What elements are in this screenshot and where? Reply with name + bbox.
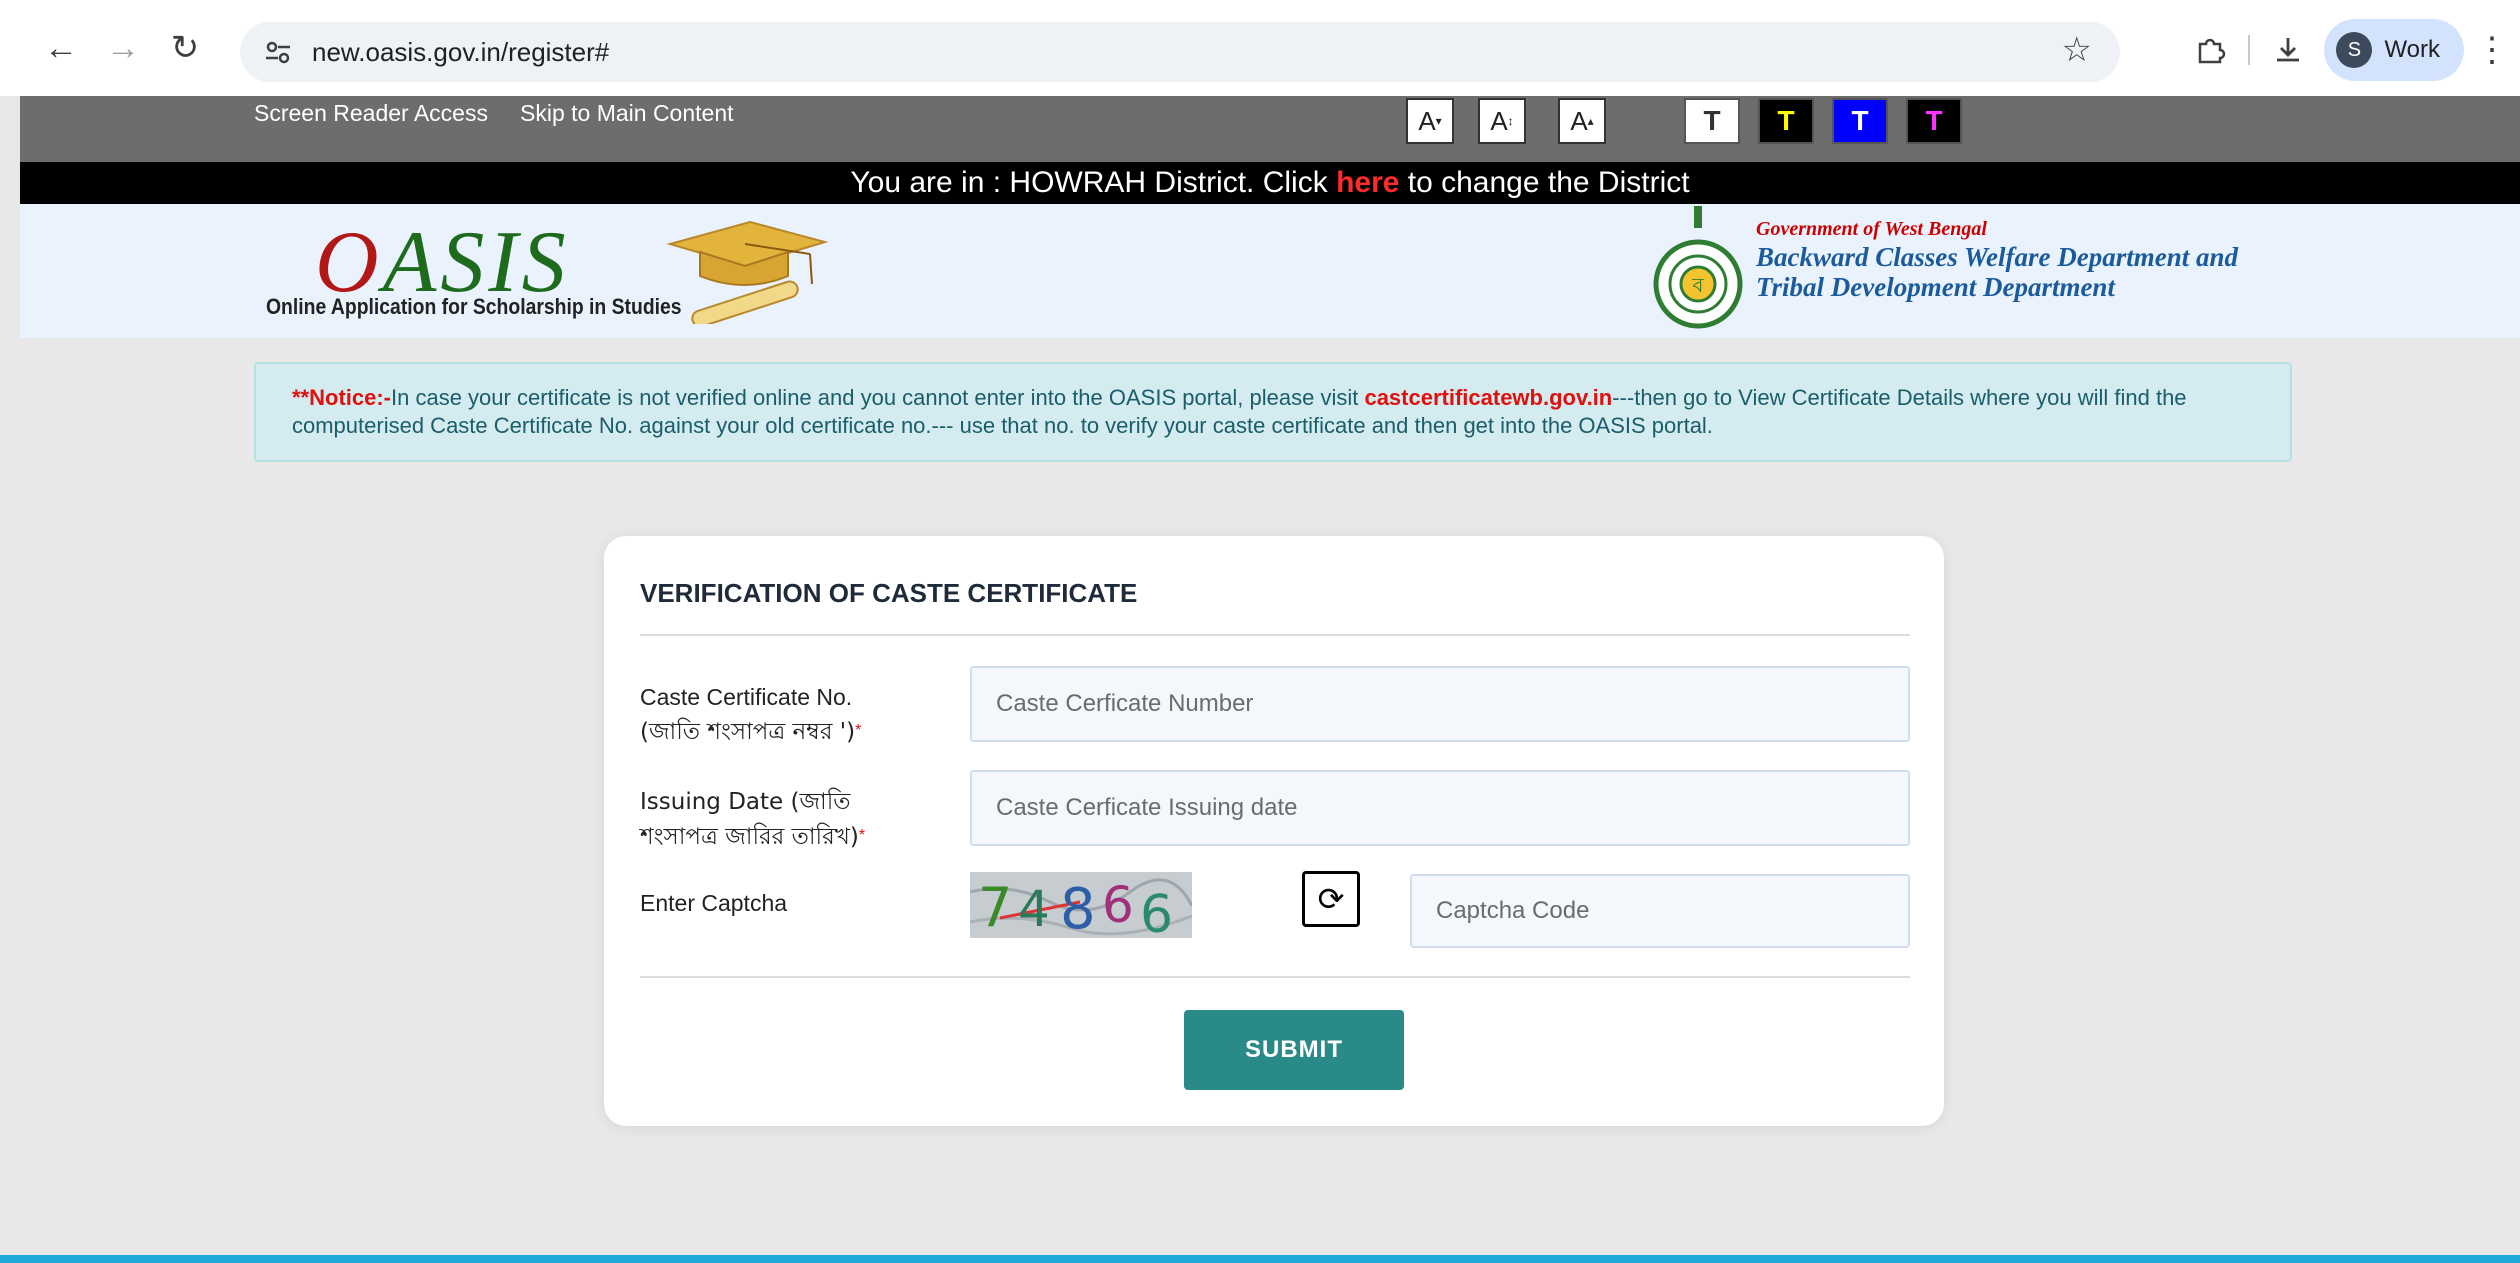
svg-text:6: 6 bbox=[1140, 885, 1173, 938]
theme-white-button[interactable]: T bbox=[1684, 98, 1740, 144]
bookmark-star-icon[interactable]: ☆ bbox=[2062, 30, 2092, 70]
graduation-cap-icon bbox=[660, 214, 830, 329]
issue-date-label: Issuing Date (জাতি শংসাপত্র জারির তারিখ)* bbox=[640, 789, 866, 850]
svg-text:6: 6 bbox=[1102, 876, 1134, 934]
avatar: S bbox=[2336, 32, 2373, 68]
footer-band bbox=[0, 1255, 2520, 1263]
dept-line-1: Backward Classes Welfare Department and bbox=[1756, 242, 2239, 272]
west-bengal-emblem-icon: ব bbox=[1650, 206, 1746, 339]
cast-certificate-link[interactable]: castcertificatewb.gov.in bbox=[1364, 385, 1612, 410]
cert-number-label: Caste Certificate No. (জাতি শংসাপত্র নম্ব… bbox=[640, 684, 862, 745]
captcha-image: 7 4 8 6 6 bbox=[970, 872, 1192, 938]
logo-tagline: Online Application for Scholarship in St… bbox=[266, 294, 682, 319]
font-decrease-button[interactable]: A ▾ bbox=[1406, 98, 1454, 144]
refresh-captcha-icon[interactable]: ⟳ bbox=[1302, 871, 1360, 927]
submit-button[interactable]: SUBMIT bbox=[1184, 1010, 1404, 1090]
captcha-label: Enter Captcha bbox=[640, 890, 788, 916]
skip-main-link[interactable]: Skip to Main Content bbox=[520, 100, 734, 127]
divider bbox=[640, 634, 1910, 636]
accessibility-bar: Screen Reader Access Skip to Main Conten… bbox=[20, 96, 2520, 162]
site-info-icon[interactable] bbox=[258, 32, 298, 72]
address-bar[interactable]: new.oasis.gov.in/register# ☆ bbox=[240, 22, 2120, 82]
reload-icon[interactable]: ↻ bbox=[156, 19, 214, 77]
issue-date-input[interactable] bbox=[970, 770, 1910, 846]
form-title: VERIFICATION OF CASTE CERTIFICATE bbox=[640, 578, 1138, 608]
profile-label: Work bbox=[2384, 36, 2440, 63]
toolbar-divider bbox=[2248, 35, 2251, 65]
browser-toolbar: ← → ↻ new.oasis.gov.in/register# ☆ S Wor… bbox=[0, 0, 2520, 96]
change-district-link[interactable]: here bbox=[1336, 166, 1399, 199]
notice-banner: **Notice:-In case your certificate is no… bbox=[254, 362, 2292, 462]
district-prefix: You are in : HOWRAH District. Click bbox=[850, 166, 1337, 199]
svg-text:7: 7 bbox=[978, 876, 1012, 938]
font-reset-button[interactable]: A ↕ bbox=[1478, 98, 1526, 144]
theme-pink-black-button[interactable]: T bbox=[1906, 98, 1962, 144]
captcha-input[interactable] bbox=[1410, 874, 1910, 948]
dept-line-2: Tribal Development Department bbox=[1756, 272, 2115, 302]
notice-text-1: In case your certificate is not verified… bbox=[391, 385, 1365, 410]
notice-label: **Notice:- bbox=[292, 385, 392, 410]
theme-yellow-black-button[interactable]: T bbox=[1758, 98, 1814, 144]
url-text[interactable]: new.oasis.gov.in/register# bbox=[312, 37, 609, 68]
back-icon[interactable]: ← bbox=[32, 19, 90, 77]
district-bar: You are in : HOWRAH District. Click here… bbox=[20, 162, 2520, 204]
svg-text:ব: ব bbox=[1691, 273, 1704, 297]
forward-icon[interactable]: → bbox=[94, 19, 152, 77]
divider bbox=[640, 976, 1910, 978]
svg-text:8: 8 bbox=[1060, 877, 1096, 938]
district-suffix: to change the District bbox=[1399, 166, 1690, 199]
theme-blue-button[interactable]: T bbox=[1832, 98, 1888, 144]
download-icon[interactable] bbox=[2258, 20, 2318, 80]
screen-reader-link[interactable]: Screen Reader Access bbox=[254, 100, 488, 127]
profile-button[interactable]: S Work bbox=[2324, 19, 2464, 81]
page-content: Screen Reader Access Skip to Main Conten… bbox=[0, 96, 2520, 1263]
extensions-icon[interactable] bbox=[2180, 20, 2240, 80]
font-increase-button[interactable]: A ▴ bbox=[1558, 98, 1606, 144]
site-header: OASIS Online Application for Scholarship… bbox=[20, 204, 2520, 338]
cert-number-input[interactable] bbox=[970, 666, 1910, 742]
kebab-menu-icon[interactable]: ⋮ bbox=[2464, 20, 2520, 80]
svg-text:4: 4 bbox=[1018, 880, 1050, 938]
verification-form: VERIFICATION OF CASTE CERTIFICATE Caste … bbox=[604, 536, 1944, 1126]
gov-title: Government of West Bengal bbox=[1756, 218, 1987, 240]
